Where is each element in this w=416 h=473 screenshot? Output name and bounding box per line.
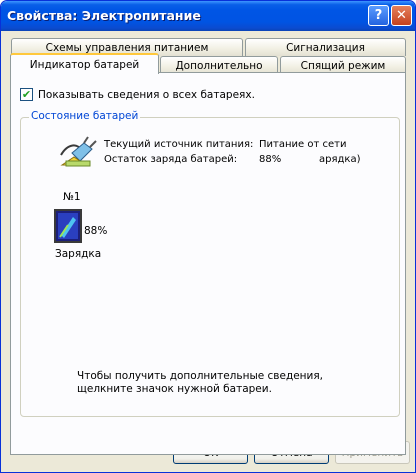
battery-charge-graphic — [58, 213, 78, 239]
show-all-batteries-checkbox[interactable]: ✔ — [20, 88, 33, 101]
hint-text: Чтобы получить дополнительные сведения, … — [77, 370, 323, 396]
tab-battery-indicator[interactable]: Индикатор батарей — [10, 53, 159, 74]
battery-1-icon[interactable] — [54, 209, 82, 243]
close-icon: ✕ — [396, 8, 407, 23]
power-properties-window: Свойства: Электропитание ? ✕ Схемы управ… — [0, 0, 416, 473]
show-all-batteries-option[interactable]: ✔ Показывать сведения о всех батареях. — [20, 88, 255, 101]
tab-label: Индикатор батарей — [29, 58, 140, 71]
battery-number: №1 — [63, 191, 81, 203]
tab-alarms[interactable]: Сигнализация — [245, 38, 406, 56]
charge-remaining-extra: арядка) — [319, 154, 361, 165]
dialog-client-area: Схемы управления питанием Сигнализация И… — [4, 31, 412, 471]
check-mark-icon: ✔ — [21, 88, 32, 101]
tab-label: Схемы управления питанием — [45, 41, 209, 54]
tab-label: Спящий режим — [300, 59, 386, 72]
close-button[interactable]: ✕ — [391, 5, 412, 26]
battery-state: Зарядка — [55, 248, 102, 260]
hint-line-1: Чтобы получить дополнительные сведения, — [77, 370, 324, 382]
tab-label: Сигнализация — [286, 41, 365, 54]
show-all-batteries-label: Показывать сведения о всех батареях. — [38, 88, 255, 101]
charge-remaining-label: Остаток заряда батарей: — [104, 154, 238, 165]
battery-percent: 88% — [84, 225, 108, 237]
help-button[interactable]: ? — [368, 5, 389, 26]
window-title: Свойства: Электропитание — [7, 8, 201, 23]
group-title: Состояние батарей — [29, 110, 141, 122]
hint-line-2: щелкните значок нужной батареи. — [77, 383, 272, 395]
power-source-label: Текущий источник питания: — [104, 139, 254, 150]
tab-label: Дополнительно — [175, 59, 263, 72]
power-source-value: Питание от сети — [259, 139, 347, 150]
ac-power-plug-icon — [60, 136, 97, 167]
title-bar[interactable]: Свойства: Электропитание ? ✕ — [1, 1, 415, 31]
help-icon: ? — [374, 8, 383, 23]
charge-remaining-value: 88% — [259, 154, 282, 165]
